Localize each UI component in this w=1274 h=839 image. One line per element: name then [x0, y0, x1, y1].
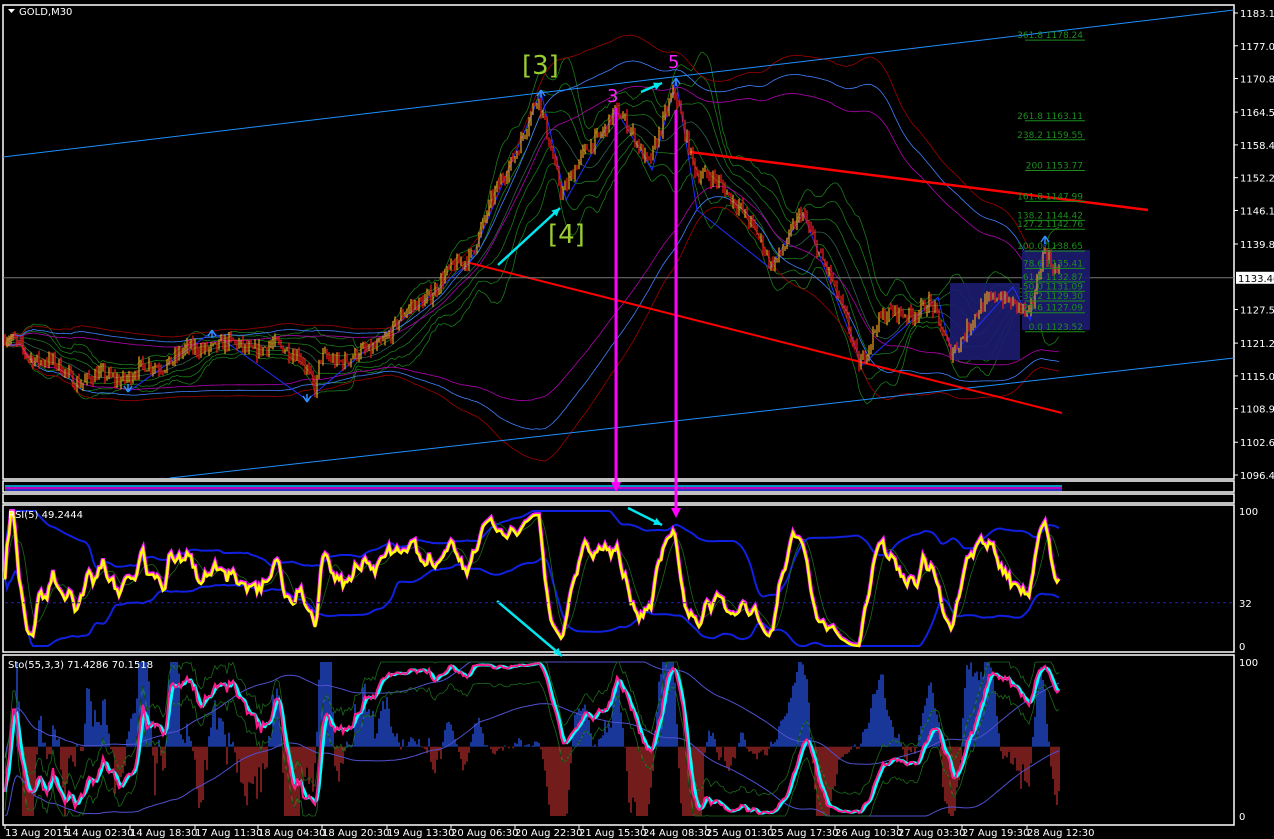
time-tick-label: 27 Aug 19:30: [962, 828, 1029, 839]
rsi-level-label: 32: [1239, 599, 1252, 610]
time-tick-label: 14 Aug 02:30: [66, 828, 133, 839]
current-price-label: 1133.46: [1238, 274, 1274, 285]
price-chart[interactable]: 361.8 1178.24 261.8 1163.11 238.2 1159.55 2…: [0, 0, 1274, 839]
time-tick-label: 20 Aug 06:30: [451, 828, 518, 839]
fib-level-label: 38.2 1129.30: [1023, 292, 1083, 302]
time-tick-label: 25 Aug 17:30: [771, 828, 838, 839]
price-tick-label: 1108.90: [1240, 405, 1274, 416]
price-tick-label: 1146.10: [1240, 206, 1274, 217]
fib-level-label: 361.8 1178.24: [1017, 31, 1083, 41]
time-tick-label: 28 Aug 12:30: [1027, 828, 1094, 839]
time-tick-label: 24 Aug 08:30: [643, 828, 710, 839]
wave-label-major-4: [4]: [548, 220, 585, 250]
fib-level-label: 0.0 1123.52: [1029, 323, 1083, 333]
time-tick-label: 21 Aug 15:30: [579, 828, 646, 839]
price-tick-label: 1139.80: [1240, 240, 1274, 251]
rsi-level-label: 100: [1239, 507, 1258, 518]
price-tick-label: 1177.00: [1240, 42, 1274, 53]
panel-frame-2: [2, 493, 1235, 504]
stochastic-label: Sto(55,3,3) 71.4286 70.1518: [8, 660, 153, 671]
rsi-level-label: 0: [1239, 642, 1245, 653]
time-tick-label: 27 Aug 03:30: [898, 828, 965, 839]
time-tick-label: 17 Aug 11:30: [195, 828, 262, 839]
time-tick-label: 19 Aug 13:30: [387, 828, 454, 839]
stoch-level-label: 100: [1239, 658, 1258, 669]
fib-level-label: 161.8 1147.99: [1017, 192, 1083, 202]
wave-label-minor-3: 3: [607, 86, 618, 107]
fib-level-label: 200 1153.77: [1026, 162, 1083, 172]
panel-frame-3: [2, 504, 1235, 653]
stoch-level-label: 0: [1239, 812, 1245, 823]
price-tick-label: 1158.40: [1240, 141, 1274, 152]
price-tick-label: 1164.55: [1240, 108, 1274, 119]
fib-level-label: 127.2 1142.76: [1017, 220, 1083, 230]
time-tick-label: 25 Aug 01:30: [706, 828, 773, 839]
time-tick-label: 20 Aug 22:30: [515, 828, 582, 839]
fib-level-label: 261.8 1163.11: [1017, 112, 1083, 122]
price-tick-label: 1115.05: [1240, 372, 1274, 383]
price-tick-label: 1170.85: [1240, 75, 1274, 86]
wave-label-minor-5: 5: [668, 52, 679, 73]
fib-level-label: 238.2 1159.55: [1017, 131, 1083, 141]
wave-label-major-3: [3]: [522, 51, 559, 81]
price-tick-label: 1102.60: [1240, 438, 1274, 449]
price-tick-label: 1152.25: [1240, 174, 1274, 185]
price-tick-label: 1183.15: [1240, 9, 1274, 20]
chart-title: GOLD,M30: [19, 7, 72, 18]
time-tick-label: 18 Aug 20:30: [322, 828, 389, 839]
time-tick-label: 26 Aug 10:30: [835, 828, 902, 839]
fib-level-label: 78.6 1135.41: [1023, 259, 1083, 269]
time-tick-label: 13 Aug 2015: [5, 828, 69, 839]
price-tick-label: 1127.50: [1240, 306, 1274, 317]
fib-level-label: 23.6 1127.09: [1023, 304, 1083, 314]
price-tick-label: 1121.20: [1240, 339, 1274, 350]
price-tick-label: 1096.45: [1240, 471, 1274, 482]
fib-level-label: 50.0 1131.09: [1023, 282, 1083, 292]
fib-level-label: 100.0 1138.65: [1017, 242, 1083, 252]
rsi-label: RSI(5) 49.2444: [8, 510, 83, 521]
time-tick-label: 14 Aug 18:30: [130, 828, 197, 839]
time-tick-label: 18 Aug 04:30: [258, 828, 325, 839]
